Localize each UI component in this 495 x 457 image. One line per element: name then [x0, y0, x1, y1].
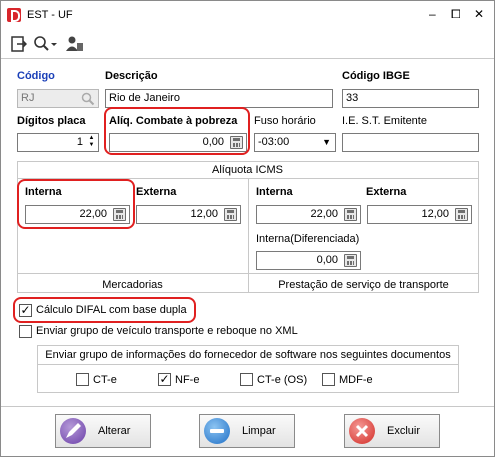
descricao-field[interactable]: Rio de Janeiro	[105, 89, 333, 108]
fuso-select[interactable]: -03:00 ▼	[254, 133, 336, 152]
divider	[248, 178, 249, 293]
window: EST - UF – ⧠ ✕ Código Descrição Código I…	[0, 0, 495, 457]
reboque-checkbox[interactable]	[19, 325, 32, 338]
merc-interna-label: Interna	[25, 186, 62, 198]
merc-externa-label: Externa	[136, 186, 177, 198]
transp-diferenciada-label: Interna(Diferenciada)	[256, 233, 360, 245]
transp-interna-label: Interna	[256, 186, 293, 198]
digitos-placa-field[interactable]: 1 ▲ ▼	[17, 133, 99, 152]
aliq-pobreza-field[interactable]: 0,00	[109, 133, 247, 152]
chevron-down-icon: ▼	[322, 137, 331, 147]
calculator-icon[interactable]	[344, 208, 357, 221]
nfe-label: NF-e	[175, 374, 200, 386]
aliquota-icms-title: Alíquota ICMS	[212, 164, 283, 176]
codigo-field[interactable]: RJ	[17, 89, 99, 108]
codigo-label: Código	[17, 70, 55, 82]
calculator-icon[interactable]	[344, 254, 357, 267]
search-icon[interactable]	[81, 92, 95, 106]
cte-os-label: CT-e (OS)	[257, 374, 308, 386]
close-button[interactable]: ✕	[474, 7, 484, 21]
search-icon[interactable]	[34, 36, 58, 52]
codigo-ibge-label: Código IBGE	[342, 70, 410, 82]
limpar-button[interactable]: Limpar	[199, 414, 295, 448]
transp-externa-field[interactable]: 12,00	[367, 205, 472, 224]
calculator-icon[interactable]	[224, 208, 237, 221]
fuso-label: Fuso horário	[254, 115, 316, 127]
app-logo-icon	[7, 8, 21, 22]
spinner-arrows-icon[interactable]: ▲ ▼	[86, 135, 97, 150]
difal-checkbox[interactable]: ✓	[19, 304, 32, 317]
window-title: EST - UF	[27, 9, 73, 21]
transp-interna-field[interactable]: 22,00	[256, 205, 361, 224]
mercadorias-label: Mercadorias	[102, 279, 163, 291]
excluir-button[interactable]: Excluir	[344, 414, 440, 448]
codigo-ibge-field[interactable]: 33	[342, 89, 479, 108]
cte-checkbox[interactable]	[76, 373, 89, 386]
ie-st-field[interactable]	[342, 133, 479, 152]
merc-externa-field[interactable]: 12,00	[136, 205, 241, 224]
mdfe-label: MDF-e	[339, 374, 373, 386]
maximize-button[interactable]: ⧠	[451, 7, 461, 22]
descricao-label: Descrição	[105, 70, 158, 82]
nfe-checkbox[interactable]: ✓	[158, 373, 171, 386]
transporte-label: Prestação de serviço de transporte	[278, 279, 449, 291]
mdfe-checkbox[interactable]	[322, 373, 335, 386]
calculator-icon[interactable]	[113, 208, 126, 221]
title-bar: EST - UF – ⧠ ✕	[1, 1, 494, 29]
ie-st-label: I.E. S.T. Emitente	[342, 115, 427, 127]
divider	[37, 364, 459, 365]
cte-label: CT-e	[93, 374, 117, 386]
transp-diferenciada-field[interactable]: 0,00	[256, 251, 361, 270]
divider	[1, 406, 494, 407]
fornecedor-title: Enviar grupo de informações do fornecedo…	[45, 349, 451, 361]
minimize-button[interactable]: –	[429, 7, 436, 21]
difal-label: Cálculo DIFAL com base dupla	[36, 304, 187, 316]
calculator-icon[interactable]	[230, 136, 243, 149]
toolbar	[1, 29, 494, 59]
aliq-pobreza-label: Alíq. Combate à pobreza	[109, 115, 238, 127]
calculator-icon[interactable]	[455, 208, 468, 221]
merc-interna-field[interactable]: 22,00	[25, 205, 130, 224]
edit-icon	[60, 418, 86, 444]
minus-icon	[204, 418, 230, 444]
alterar-button[interactable]: Alterar	[55, 414, 151, 448]
transp-externa-label: Externa	[366, 186, 407, 198]
delete-icon	[349, 418, 375, 444]
cte-os-checkbox[interactable]	[240, 373, 253, 386]
reboque-label: Enviar grupo de veículo transporte e reb…	[36, 325, 298, 337]
exit-icon[interactable]	[11, 36, 27, 52]
user-icon[interactable]	[66, 36, 84, 52]
digitos-placa-label: Dígitos placa	[17, 115, 86, 127]
divider	[17, 273, 479, 274]
